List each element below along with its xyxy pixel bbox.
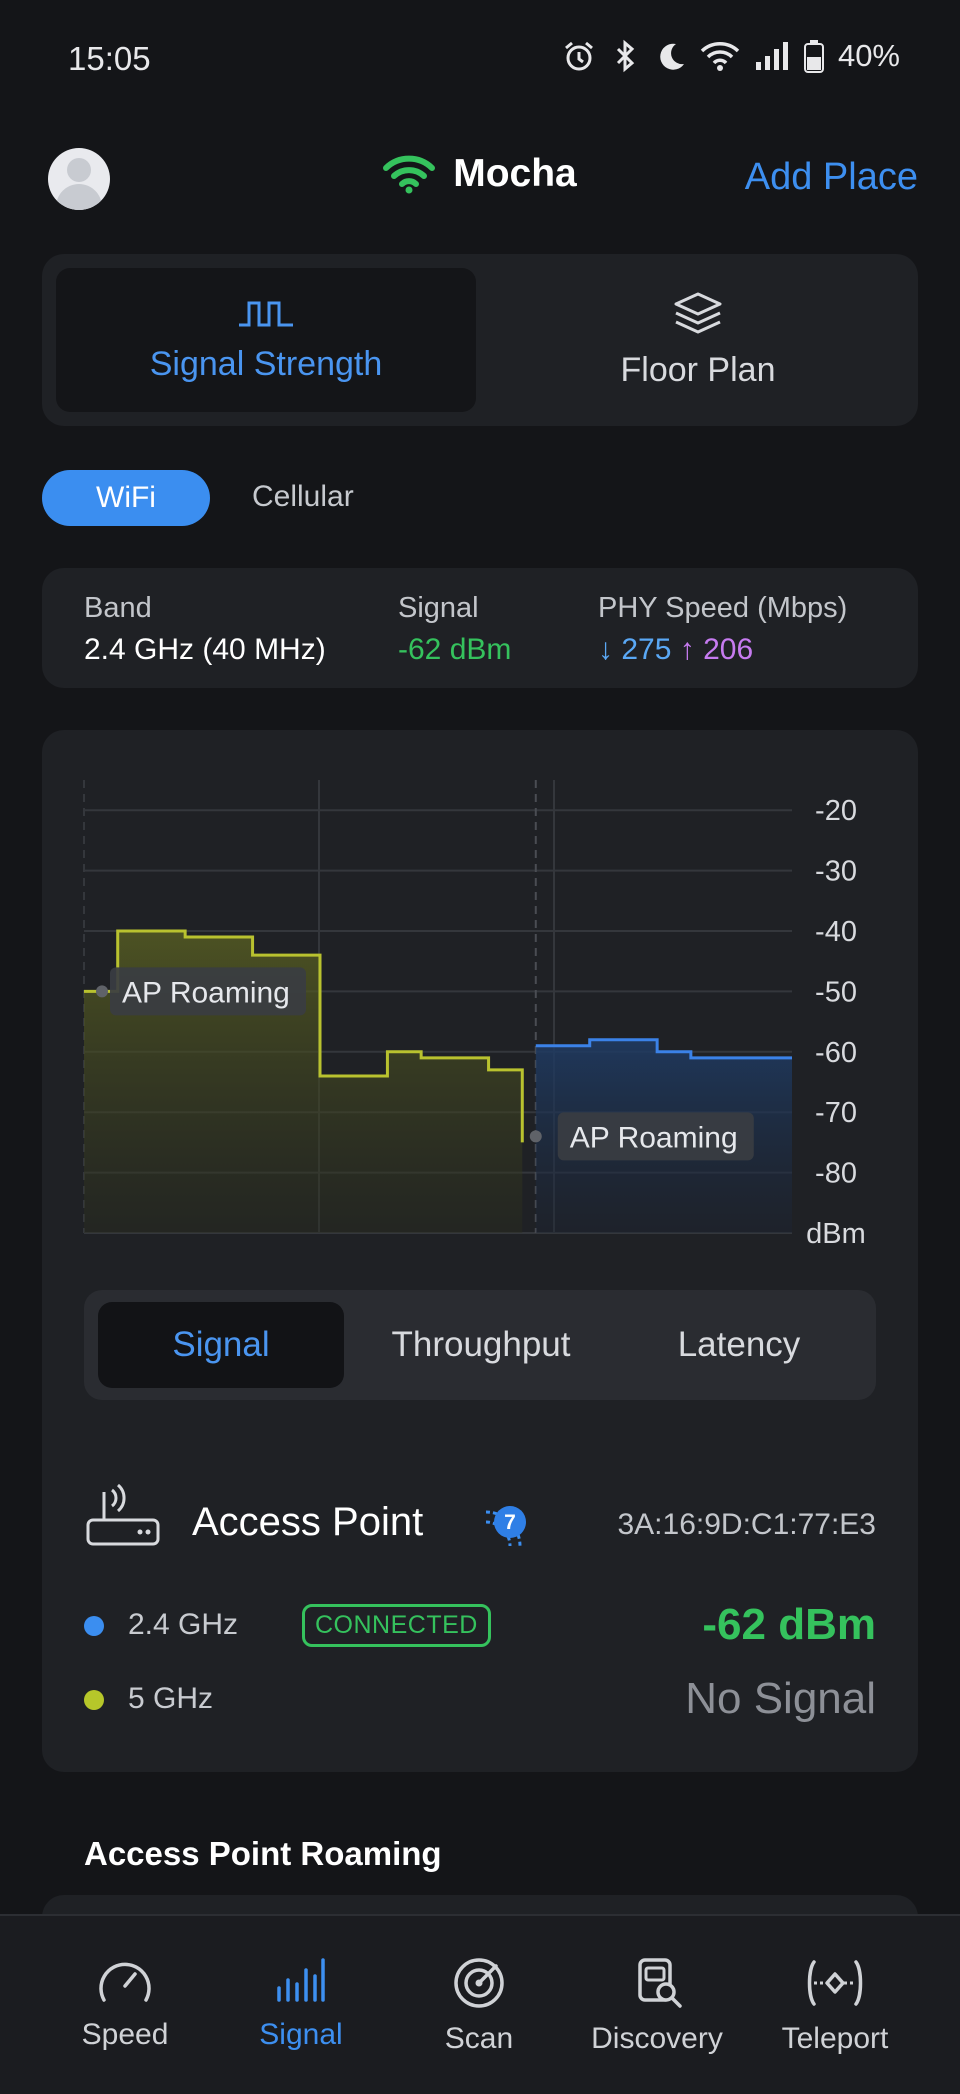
band-2-4ghz-value: -62 dBm (702, 1600, 876, 1649)
tab-signal-strength[interactable]: Signal Strength (56, 268, 476, 412)
signal-bars-icon (277, 1958, 325, 2002)
signal-wave-icon (239, 301, 293, 326)
tab-signal-strength-label: Signal Strength (149, 344, 383, 383)
y-tick-label: -80 (815, 1158, 857, 1190)
roaming-marker-dot (529, 1130, 542, 1143)
tab-cellular[interactable]: Cellular (252, 480, 354, 514)
cell-signal-icon (755, 42, 788, 70)
bluetooth-icon (616, 39, 635, 73)
status-icons: 40% (562, 38, 900, 74)
nav-teleport-label: Teleport (781, 2022, 889, 2055)
y-tick-label: -60 (815, 1037, 857, 1069)
connection-info: Band 2.4 GHz (40 MHz) Signal -62 dBm PHY… (42, 568, 918, 688)
wifi-status-icon (700, 42, 740, 71)
roaming-section-title: Access Point Roaming (84, 1835, 442, 1872)
teleport-icon (807, 1960, 863, 2006)
bottom-nav: Speed Signal Scan Discovery Teleport (0, 1914, 960, 2094)
battery-icon (803, 40, 824, 73)
annotation-label: AP Roaming (122, 976, 290, 1009)
nav-discovery-label: Discovery (591, 2022, 723, 2055)
layers-icon (674, 292, 722, 333)
phy-speed-label: PHY Speed (Mbps) (598, 592, 848, 624)
access-point-mac: 3A:16:9D:C1:77:E3 (617, 1508, 876, 1541)
nav-discovery[interactable]: Discovery (572, 1956, 742, 2056)
nav-teleport[interactable]: Teleport (750, 1956, 920, 2056)
band-label: Band (84, 592, 152, 624)
upload-arrow-icon: ↑ (679, 633, 695, 666)
signal-chart: -20 -30 -40 -50 -60 -70 -80 dBm AP Roaming AP Ro… (83, 780, 866, 1250)
nav-scan-label: Scan (444, 2022, 514, 2055)
tab-floor-plan-label: Floor Plan (620, 350, 776, 389)
battery-percent: 40% (837, 38, 900, 73)
place-name: Mocha (453, 152, 577, 195)
status-time: 15:05 (68, 40, 151, 77)
connected-badge: CONNECTED (302, 1604, 491, 1647)
download-arrow-icon: ↓ (598, 633, 613, 666)
tab-chart-signal[interactable]: Signal (98, 1302, 344, 1388)
alarm-icon (564, 41, 593, 71)
access-point-header[interactable]: Access Point 7 3A:16:9D:C1:77:E3 (84, 1482, 876, 1562)
y-tick-label: -70 (815, 1097, 857, 1129)
signal-label: Signal (398, 592, 479, 624)
nav-speed[interactable]: Speed (40, 1956, 210, 2052)
y-tick-label: -30 (815, 856, 857, 888)
router-icon (86, 1483, 160, 1546)
signal-value: -62 dBm (398, 633, 512, 666)
y-tick-label: -20 (815, 795, 857, 827)
y-tick-label: -40 (815, 916, 857, 948)
moon-icon (660, 43, 684, 70)
nav-scan[interactable]: Scan (394, 1956, 564, 2056)
tab-chart-throughput[interactable]: Throughput (352, 1302, 610, 1388)
signal-chart-card: -20 -30 -40 -50 -60 -70 -80 dBm AP Roaming AP Ro… (42, 730, 918, 1772)
tab-wifi[interactable]: WiFi (42, 470, 210, 526)
radar-icon (454, 1958, 504, 2008)
roaming-marker-dot (96, 985, 108, 998)
device-search-icon (638, 1958, 682, 2008)
band-5ghz-value: No Signal (685, 1674, 876, 1723)
nav-signal[interactable]: Signal (216, 1956, 386, 2052)
band-value: 2.4 GHz (40 MHz) (84, 633, 326, 666)
tab-floor-plan[interactable]: Floor Plan (492, 268, 904, 412)
wifi-icon (383, 155, 436, 194)
y-tick-label: -50 (815, 976, 857, 1008)
add-place-button[interactable]: Add Place (745, 156, 918, 199)
band-row-2-4ghz: 2.4 GHz CONNECTED -62 dBm (84, 1600, 876, 1649)
access-point-title: Access Point (192, 1500, 424, 1544)
upload-speed: 206 (703, 633, 754, 666)
annotation-label: AP Roaming (570, 1121, 738, 1154)
nav-speed-label: Speed (81, 2018, 169, 2051)
y-unit-label: dBm (806, 1218, 866, 1250)
download-speed: 275 (621, 633, 672, 666)
band-5ghz-dot (84, 1690, 104, 1710)
band-5ghz-label: 5 GHz (128, 1682, 214, 1715)
wifi7-badge-count: 7 (504, 1511, 516, 1534)
band-2-4ghz-dot (84, 1616, 104, 1636)
mode-switch: Signal Strength Floor Plan (42, 254, 918, 426)
band-2-4ghz-label: 2.4 GHz (128, 1608, 239, 1641)
wifi7-badge: 7 (484, 1502, 530, 1553)
speedometer-icon (99, 1962, 151, 2002)
nav-signal-label: Signal (259, 2018, 343, 2051)
tab-chart-latency[interactable]: Latency (614, 1302, 864, 1388)
band-row-5ghz: 5 GHz No Signal (84, 1674, 876, 1726)
chart-metric-tabs: Signal Throughput Latency (84, 1290, 876, 1400)
